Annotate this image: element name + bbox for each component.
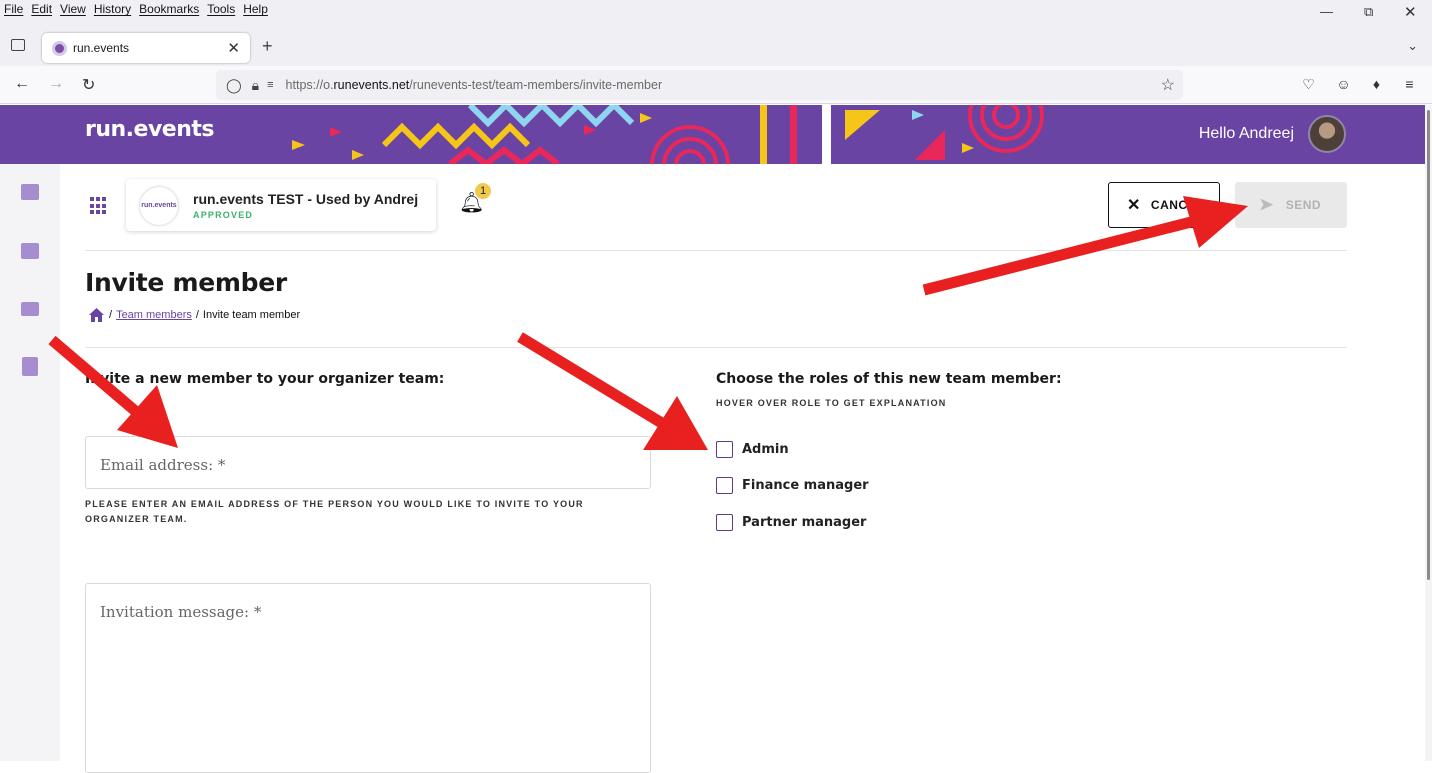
- partner-manager-checkbox[interactable]: [716, 514, 733, 531]
- forward-icon[interactable]: →: [48, 75, 64, 93]
- menu-view[interactable]: View: [60, 2, 86, 16]
- role-admin[interactable]: Admin: [716, 441, 789, 458]
- message-placeholder: Invitation message: *: [100, 603, 262, 621]
- clipboard-icon[interactable]: [22, 357, 38, 376]
- tab-run-events[interactable]: run.events ✕: [42, 33, 250, 63]
- site-logo[interactable]: run.events: [85, 117, 215, 142]
- site-header: run.events Hello Andreej: [0, 105, 1432, 164]
- invite-section-title: Invite a new member to your organizer te…: [85, 371, 445, 387]
- tab-bar: run.events ✕ + ⌄: [0, 30, 1432, 66]
- apps-grid-icon[interactable]: [90, 197, 108, 215]
- menu-tools[interactable]: Tools: [207, 2, 235, 16]
- lock-icon[interactable]: 🔒︎: [252, 77, 259, 94]
- cancel-button[interactable]: ✕ CANCEL: [1108, 182, 1220, 228]
- role-partner-manager[interactable]: Partner manager: [716, 514, 866, 531]
- hamburger-menu-icon[interactable]: ≡: [1402, 77, 1417, 92]
- menu-bookmarks[interactable]: Bookmarks: [139, 2, 199, 16]
- image-icon[interactable]: [21, 243, 39, 259]
- tab-list-icon[interactable]: [11, 39, 25, 51]
- shield-icon[interactable]: ◯: [226, 77, 242, 94]
- url-text: https://o.runevents.net/runevents-test/t…: [285, 78, 663, 92]
- account-icon[interactable]: ☺: [1336, 77, 1351, 92]
- tab-close-icon[interactable]: ✕: [227, 39, 240, 57]
- menu-edit[interactable]: Edit: [31, 2, 52, 16]
- role-label: Admin: [742, 442, 789, 457]
- back-icon[interactable]: ←: [14, 75, 30, 93]
- avatar[interactable]: [1308, 115, 1346, 153]
- send-label: SEND: [1285, 198, 1322, 212]
- role-finance-manager[interactable]: Finance manager: [716, 477, 869, 494]
- org-name: run.events TEST - Used by Andrej: [193, 191, 419, 207]
- extensions-icon[interactable]: ♦: [1369, 77, 1384, 92]
- pocket-icon[interactable]: ♡: [1301, 77, 1316, 92]
- chat-icon[interactable]: [21, 184, 39, 200]
- favicon-icon: [52, 40, 67, 56]
- window-close-icon[interactable]: ✕: [1404, 3, 1417, 21]
- permissions-icon[interactable]: ≡: [267, 79, 273, 91]
- send-button[interactable]: ➤ SEND: [1235, 182, 1347, 228]
- chevron-down-icon[interactable]: ⌄: [1407, 38, 1418, 54]
- bookmark-star-icon[interactable]: ☆: [1161, 75, 1175, 95]
- address-bar[interactable]: ◯ 🔒︎ ≡ https://o.runevents.net/runevents…: [216, 70, 1183, 100]
- org-logo: run.events: [140, 187, 178, 225]
- arrow-to-send: [922, 215, 1197, 296]
- invitation-message-field[interactable]: Invitation message: *: [85, 583, 651, 773]
- menu-help[interactable]: Help: [243, 2, 268, 16]
- divider: [85, 250, 1347, 251]
- menu-history[interactable]: History: [94, 2, 131, 16]
- restore-icon[interactable]: ⧉: [1364, 4, 1373, 20]
- scrollbar-thumb[interactable]: [1427, 110, 1430, 580]
- home-icon[interactable]: [88, 307, 105, 323]
- breadcrumb-current: Invite team member: [202, 309, 301, 321]
- admin-checkbox[interactable]: [716, 441, 733, 458]
- menu-file[interactable]: File: [4, 2, 23, 16]
- status-badge: APPROVED: [193, 210, 254, 220]
- arrow-head-icon: [643, 396, 708, 450]
- roles-hint: HOVER OVER ROLE TO GET EXPLANATION: [716, 398, 947, 408]
- page-title: Invite member: [85, 268, 287, 297]
- reload-icon[interactable]: ↻: [82, 75, 95, 95]
- email-hint: PLEASE ENTER AN EMAIL ADDRESS OF THE PER…: [85, 499, 584, 524]
- breadcrumb: / Team members / Invite team member: [88, 307, 300, 323]
- menu-bar: File Edit View History Bookmarks Tools H…: [0, 0, 1432, 30]
- header-separator: [822, 105, 831, 164]
- breadcrumb-team-members[interactable]: Team members: [116, 309, 192, 321]
- finance-manager-checkbox[interactable]: [716, 477, 733, 494]
- divider: [85, 347, 1347, 348]
- user-greeting: Hello Andreej: [1198, 125, 1294, 142]
- new-tab-icon[interactable]: +: [262, 36, 273, 57]
- close-icon: ✕: [1127, 197, 1141, 214]
- arrow-to-checkbox: [517, 332, 668, 430]
- organization-switcher[interactable]: run.events run.events TEST - Used by And…: [126, 179, 436, 231]
- folder-icon[interactable]: [21, 302, 39, 316]
- navigation-bar: ← → ↻ ◯ 🔒︎ ≡ https://o.runevents.net/run…: [0, 66, 1432, 104]
- send-icon: ➤: [1259, 195, 1274, 214]
- cancel-label: CANCEL: [1150, 198, 1204, 212]
- email-placeholder: Email address: *: [100, 456, 226, 474]
- tab-title: run.events: [73, 41, 130, 55]
- minimize-icon[interactable]: —: [1320, 4, 1333, 19]
- left-rail: [0, 164, 60, 761]
- role-label: Partner manager: [742, 515, 867, 530]
- notification-badge: 1: [475, 183, 491, 199]
- email-field[interactable]: Email address: *: [85, 436, 651, 489]
- roles-section-title: Choose the roles of this new team member…: [716, 371, 1062, 387]
- role-label: Finance manager: [742, 478, 869, 493]
